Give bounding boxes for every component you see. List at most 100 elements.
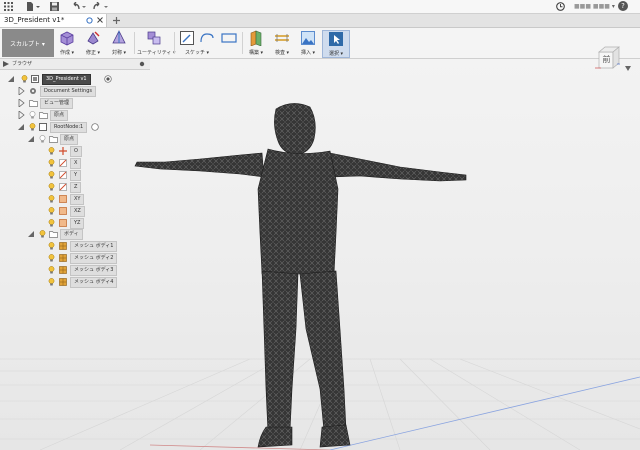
origin-item-label: XY [70, 194, 85, 205]
origin-item-plane[interactable]: YZ [48, 218, 108, 229]
bodies-folder-label: ボディ [60, 229, 83, 240]
axis-icon [59, 183, 67, 191]
insert-menu-label: 挿入 ▾ [300, 50, 316, 56]
view-cube-menu-icon[interactable] [625, 66, 631, 71]
document-settings-node[interactable]: Document Settings [18, 86, 118, 97]
visibility-bulb-icon[interactable] [48, 171, 55, 179]
create-menu[interactable]: 作成 ▾ [55, 30, 79, 56]
folder-icon [49, 231, 58, 238]
mesh-body-item[interactable]: メッシュ ボディ4 [48, 277, 118, 288]
mesh-torso [257, 148, 339, 275]
visibility-bulb-icon[interactable] [29, 123, 36, 131]
document-tab[interactable]: 3D_President v1* [0, 14, 107, 27]
visibility-bulb-icon[interactable] [48, 219, 55, 227]
mesh-body-item[interactable]: メッシュ ボディ2 [48, 253, 118, 264]
visibility-bulb-icon[interactable] [39, 230, 46, 238]
origin-item-plane[interactable]: XZ [48, 206, 108, 217]
grid-menu-icon[interactable] [4, 2, 13, 11]
folder-icon [39, 112, 48, 119]
document-tab-bar: 3D_President v1* [0, 14, 640, 28]
redo-icon[interactable] [93, 2, 109, 11]
visibility-bulb-icon[interactable] [39, 135, 46, 143]
axis-icon [59, 159, 67, 167]
visibility-bulb-icon[interactable] [48, 266, 55, 274]
job-status-clock-icon[interactable] [556, 2, 565, 11]
symmetry-icon [112, 30, 126, 44]
close-tab-icon[interactable] [97, 17, 103, 23]
browser-header[interactable]: ブラウザ [0, 59, 150, 70]
visibility-bulb-icon[interactable] [48, 183, 55, 191]
origin-sub-label: 原点 [60, 134, 79, 145]
mesh-body-icon [59, 278, 67, 286]
visibility-bulb-icon[interactable] [48, 195, 55, 203]
origin-item-plane[interactable]: XY [48, 194, 108, 205]
file-menu-icon[interactable] [26, 2, 40, 11]
mesh-body-icon [59, 254, 67, 262]
sketch-menu[interactable]: スケッチ ▾ [177, 30, 239, 56]
inspect-menu[interactable]: 検査 ▾ [270, 30, 294, 56]
collapse-panel-icon[interactable] [3, 61, 9, 67]
utilities-icon [147, 31, 161, 45]
activate-radio-icon[interactable] [104, 75, 112, 83]
insert-menu[interactable]: 挿入 ▾ [296, 30, 320, 56]
expand-triangle-icon[interactable] [18, 111, 25, 119]
mesh-right-shoe [319, 424, 351, 448]
collapse-triangle-icon[interactable] [28, 135, 35, 143]
new-tab-plus-icon[interactable] [113, 17, 120, 24]
visibility-bulb-icon[interactable] [21, 75, 28, 83]
visibility-bulb-icon[interactable] [48, 159, 55, 167]
undo-icon[interactable] [71, 2, 87, 11]
select-menu[interactable]: 選択 ▾ [322, 30, 350, 58]
collapse-triangle-icon[interactable] [28, 230, 35, 238]
pin-panel-icon[interactable] [139, 61, 145, 67]
gear-icon [30, 88, 36, 94]
mesh-body-label: メッシュ ボディ2 [70, 253, 118, 264]
collapse-triangle-icon[interactable] [18, 123, 25, 131]
rootnode-component[interactable]: RootNode:1 [18, 122, 118, 133]
browser-root-label: 3D_President v1 [42, 74, 91, 85]
construct-menu[interactable]: 構築 ▾ [244, 30, 268, 56]
construct-menu-label: 構築 ▾ [248, 50, 264, 56]
visibility-bulb-icon[interactable] [48, 242, 55, 250]
inspect-menu-label: 検査 ▾ [274, 50, 290, 56]
refresh-icon[interactable] [86, 17, 93, 24]
origin-item-point[interactable]: O [48, 146, 108, 157]
origin-item-label: O [70, 146, 82, 157]
symmetry-menu[interactable]: 対称 ▾ [107, 30, 131, 56]
activate-radio-icon[interactable] [91, 123, 99, 131]
view-manager-node[interactable]: ビュー管理 [18, 98, 118, 109]
bodies-folder-node[interactable]: ボディ [28, 229, 128, 240]
user-name: ■■■ ■■■ [574, 3, 610, 10]
origin-node[interactable]: 原点 [18, 110, 118, 121]
modify-icon [87, 31, 100, 45]
visibility-bulb-icon[interactable] [29, 111, 36, 119]
help-icon[interactable]: ? [618, 1, 628, 11]
visibility-bulb-icon[interactable] [48, 207, 55, 215]
mesh-body-item[interactable]: メッシュ ボディ3 [48, 265, 118, 276]
mesh-right-leg [299, 270, 347, 432]
save-icon[interactable] [50, 2, 59, 11]
application-bar: ■■■ ■■■ ▾ ? [0, 0, 640, 14]
mesh-body-icon [59, 266, 67, 274]
sketch-rectangle-icon [221, 33, 237, 43]
origin-item-axis[interactable]: Z [48, 182, 108, 193]
view-cube[interactable]: 前 [593, 44, 621, 72]
visibility-bulb-icon[interactable] [48, 254, 55, 262]
origin-item-axis[interactable]: Y [48, 170, 108, 181]
user-account-menu[interactable]: ■■■ ■■■ ▾ [574, 3, 615, 10]
visibility-bulb-icon[interactable] [48, 147, 55, 155]
browser-root-node[interactable]: 3D_President v1 [8, 74, 112, 85]
modify-menu[interactable]: 修正 ▾ [81, 30, 105, 56]
origin-item-axis[interactable]: X [48, 158, 108, 169]
mesh-body-label: メッシュ ボディ4 [70, 277, 118, 288]
mesh-right-arm [329, 152, 467, 182]
utilities-menu[interactable]: ユーティリティ ▾ [137, 30, 176, 56]
expand-triangle-icon[interactable] [18, 99, 25, 107]
workspace-switcher-button[interactable]: スカルプト ▾ [2, 29, 54, 57]
expand-triangle-icon[interactable] [18, 87, 25, 95]
origin-sub-node[interactable]: 原点 [28, 134, 128, 145]
expand-triangle-icon[interactable] [8, 75, 15, 83]
folder-icon [29, 100, 38, 107]
visibility-bulb-icon[interactable] [48, 278, 55, 286]
mesh-body-item[interactable]: メッシュ ボディ1 [48, 241, 118, 252]
